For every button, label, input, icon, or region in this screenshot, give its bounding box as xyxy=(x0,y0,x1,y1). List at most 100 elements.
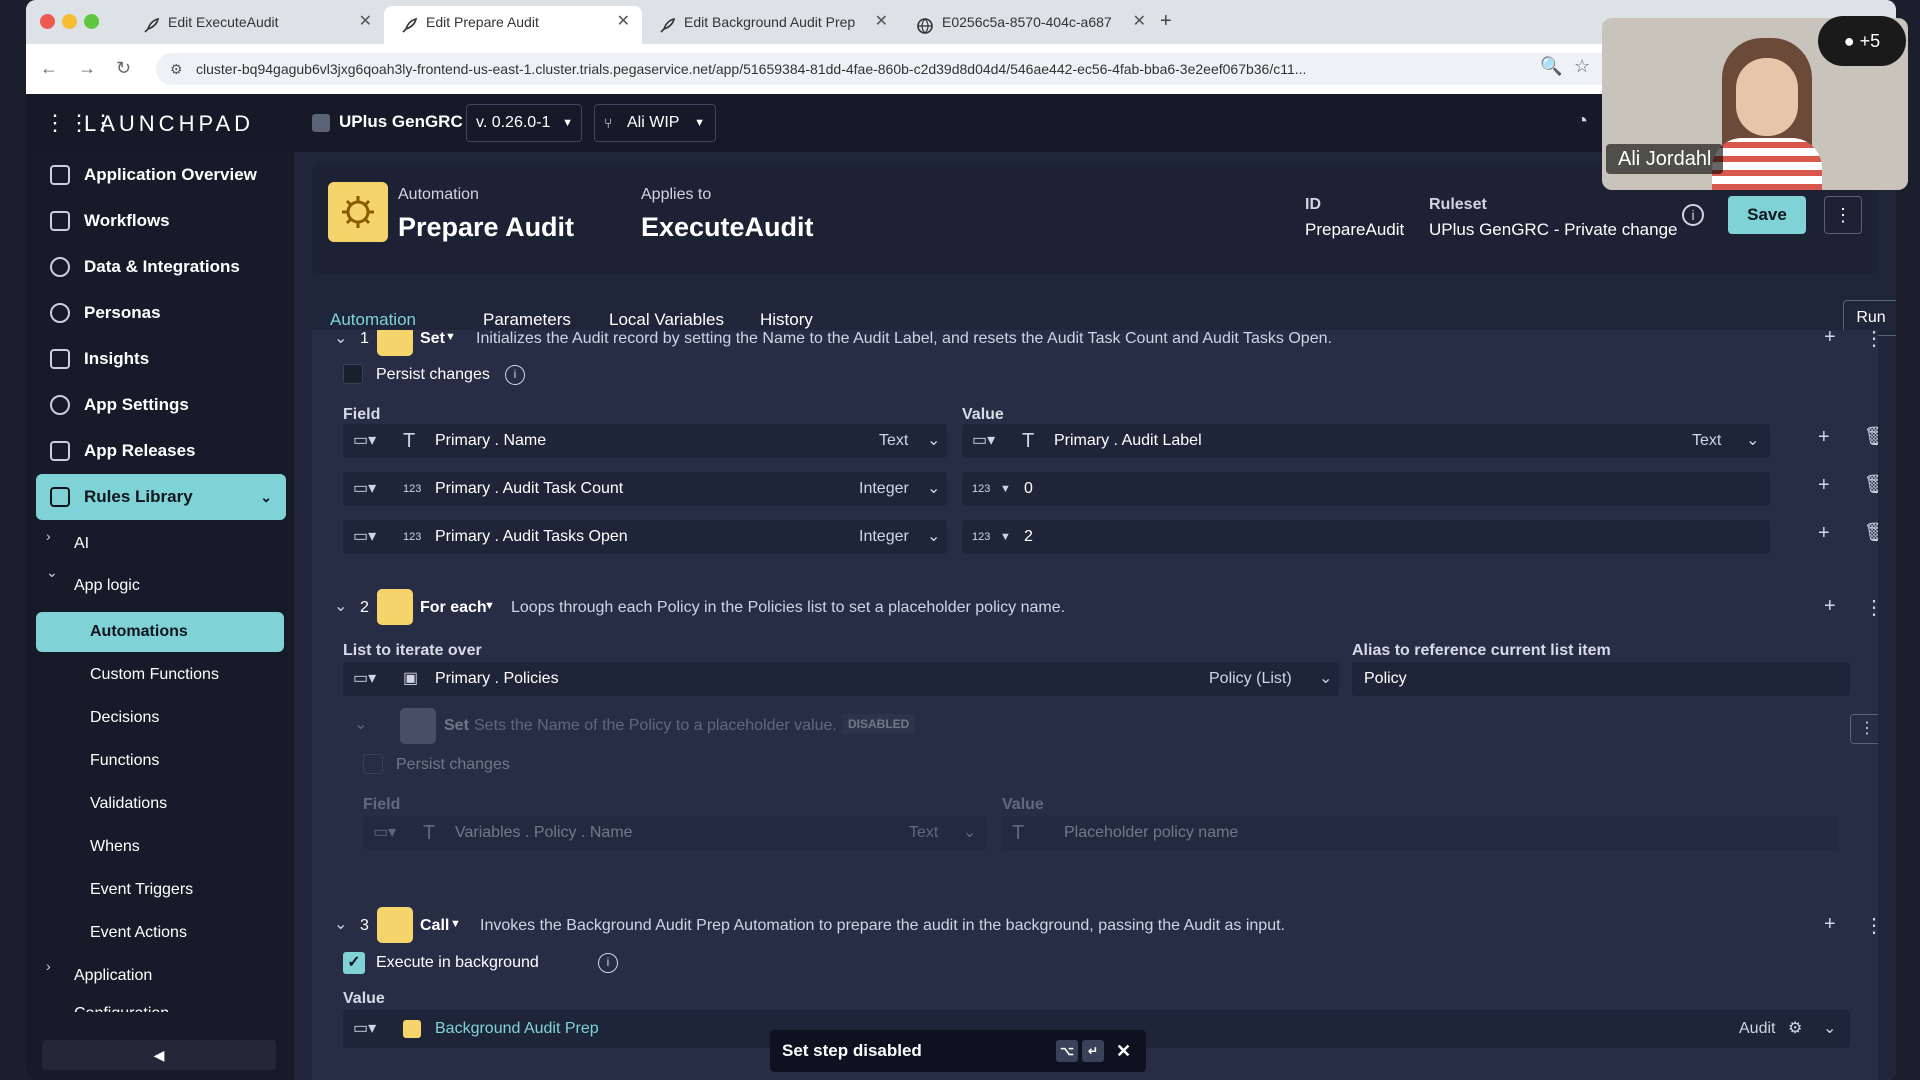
close-window-dot[interactable] xyxy=(40,14,55,29)
tab-local-variables[interactable]: Local Variables xyxy=(609,310,724,330)
tree-item-whens[interactable]: Whens xyxy=(90,827,140,867)
participants-count-badge[interactable]: ● +5 xyxy=(1818,16,1906,66)
bookmark-star-icon[interactable]: ☆ xyxy=(1574,56,1590,77)
chevron-right-icon[interactable]: › xyxy=(46,958,51,974)
branch-dropdown[interactable]: ⑂ Ali WIP ▼ xyxy=(594,104,716,142)
sidebar-item-app-releases[interactable]: App Releases xyxy=(36,428,286,474)
maximize-window-dot[interactable] xyxy=(84,14,99,29)
sidebar-item-app-settings[interactable]: App Settings xyxy=(36,382,286,428)
field-source-icon[interactable]: ▭▾ xyxy=(353,1010,376,1048)
caret-down-icon[interactable]: ▼ xyxy=(1000,472,1011,506)
caret-down-icon[interactable]: ▼ xyxy=(450,918,461,930)
field-source-icon[interactable]: ▭▾ xyxy=(373,816,396,850)
trash-icon[interactable]: 🗑 xyxy=(1864,426,1878,447)
step-action-dropdown[interactable]: For each xyxy=(420,599,487,617)
step-description[interactable]: Invokes the Background Audit Prep Automa… xyxy=(480,917,1285,935)
tree-item-ai[interactable]: AI xyxy=(74,524,89,564)
persist-changes-checkbox[interactable] xyxy=(363,754,383,774)
kebab-icon[interactable]: ⋮ xyxy=(1850,714,1878,744)
kebab-icon[interactable]: ⋮ xyxy=(1864,913,1878,938)
browser-tab-1[interactable]: Edit ExecuteAudit ✕ xyxy=(126,6,384,44)
caret-down-icon[interactable]: ▼ xyxy=(1000,520,1011,554)
trash-icon[interactable]: 🗑 xyxy=(1864,474,1878,495)
tab-parameters[interactable]: Parameters xyxy=(483,310,571,330)
step-action-dropdown[interactable]: Set xyxy=(420,330,445,348)
add-row-icon[interactable]: + xyxy=(1818,522,1830,545)
sidebar-item-insights[interactable]: Insights xyxy=(36,336,286,382)
chevron-down-icon[interactable]: ⌄ xyxy=(1319,662,1332,696)
sidebar-item-data-integrations[interactable]: Data & Integrations xyxy=(36,244,286,290)
chevron-right-icon[interactable]: › xyxy=(46,528,51,544)
chevron-down-icon[interactable]: ⌄ xyxy=(1823,1010,1836,1048)
value-source-icon[interactable]: ▭▾ xyxy=(972,424,995,458)
reload-icon[interactable]: ↻ xyxy=(116,58,131,79)
add-row-icon[interactable]: + xyxy=(1818,426,1830,449)
chevron-down-icon[interactable]: ⌄ xyxy=(963,816,976,850)
sidebar-item-workflows[interactable]: Workflows xyxy=(36,198,286,244)
alias-input[interactable]: Policy xyxy=(1352,662,1850,696)
sidebar-item-application-overview[interactable]: Application Overview xyxy=(36,152,286,198)
close-icon[interactable]: ✕ xyxy=(875,6,888,38)
close-icon[interactable]: ✕ xyxy=(359,6,372,38)
chevron-down-icon[interactable]: ⌄ xyxy=(46,564,58,581)
chevron-down-icon[interactable]: ⌄ xyxy=(354,714,367,734)
sidebar-item-rules-library[interactable]: Rules Library ⌄ xyxy=(36,474,286,520)
list-selector[interactable]: ▭▾ ▣ Primary . Policies Policy (List) ⌄ xyxy=(343,662,1339,696)
zoom-icon[interactable]: 🔍 xyxy=(1540,56,1562,77)
field-selector[interactable]: ▭▾ T Primary . Name Text ⌄ xyxy=(343,424,947,458)
field-source-icon[interactable]: ▭▾ xyxy=(353,520,376,554)
collapse-sidebar-button[interactable]: ◀ xyxy=(42,1040,276,1070)
browser-tab-2[interactable]: Edit Prepare Audit ✕ xyxy=(384,6,642,44)
tree-item-configuration[interactable]: Configuration xyxy=(74,994,169,1012)
field-selector[interactable]: ▭▾ 123 Primary . Audit Task Count Intege… xyxy=(343,472,947,506)
tree-item-functions[interactable]: Functions xyxy=(90,741,159,781)
value-input[interactable]: 123 ▼ 2 xyxy=(962,520,1770,554)
tree-item-decisions[interactable]: Decisions xyxy=(90,698,159,738)
value-input[interactable]: 123 ▼ 0 xyxy=(962,472,1770,506)
forward-icon[interactable]: → xyxy=(78,58,96,79)
chevron-down-icon[interactable]: ⌄ xyxy=(334,596,347,616)
browser-tab-3[interactable]: Edit Background Audit Prep ✕ xyxy=(642,6,900,44)
tree-item-application[interactable]: Application xyxy=(74,956,152,996)
add-step-icon[interactable]: + xyxy=(1824,595,1836,618)
tree-item-event-actions[interactable]: Event Actions xyxy=(90,913,187,953)
automation-link[interactable]: Background Audit Prep xyxy=(435,1010,599,1048)
info-icon[interactable]: i xyxy=(598,953,618,973)
browser-tab-4[interactable]: E0256c5a-8570-404c-a687 ✕ xyxy=(900,6,1158,44)
tab-history[interactable]: History xyxy=(760,310,813,330)
value-input[interactable]: T Placeholder policy name xyxy=(1002,816,1838,850)
sidebar-item-personas[interactable]: Personas xyxy=(36,290,286,336)
step-action-dropdown[interactable]: Call xyxy=(420,917,449,935)
info-icon[interactable]: i xyxy=(1682,204,1704,226)
minimize-window-dot[interactable] xyxy=(62,14,77,29)
step-description[interactable]: Loops through each Policy in the Policie… xyxy=(511,599,1065,617)
tree-item-custom-functions[interactable]: Custom Functions xyxy=(90,655,219,695)
add-step-icon[interactable]: + xyxy=(1824,330,1836,349)
new-tab-icon[interactable]: + xyxy=(1160,10,1172,33)
trash-icon[interactable]: 🗑 xyxy=(1864,522,1878,543)
field-source-icon[interactable]: ▭▾ xyxy=(353,472,376,506)
field-selector[interactable]: ▭▾ 123 Primary . Audit Tasks Open Intege… xyxy=(343,520,947,554)
add-row-icon[interactable]: + xyxy=(1818,474,1830,497)
more-menu-button[interactable]: ⋮ xyxy=(1824,196,1862,234)
step-description[interactable]: Initializes the Audit record by setting … xyxy=(476,330,1332,348)
info-icon[interactable]: i xyxy=(505,365,525,385)
chevron-down-icon[interactable]: ⌄ xyxy=(927,520,940,554)
tree-item-app-logic[interactable]: App logic xyxy=(74,566,140,606)
history-icon[interactable]: ◔ xyxy=(1576,110,1588,133)
gear-icon[interactable]: ⚙ xyxy=(1788,1010,1802,1048)
chevron-down-icon[interactable]: ⌄ xyxy=(927,424,940,458)
caret-down-icon[interactable]: ▼ xyxy=(445,331,456,343)
back-icon[interactable]: ← xyxy=(40,58,58,79)
value-selector[interactable]: ▭▾ T Primary . Audit Label Text ⌄ xyxy=(962,424,1770,458)
field-selector[interactable]: ▭▾ T Variables . Policy . Name Text ⌄ xyxy=(363,816,987,850)
site-settings-icon[interactable]: ⚙ xyxy=(170,53,183,85)
chevron-down-icon[interactable]: ⌄ xyxy=(334,330,347,348)
tree-item-automations[interactable]: Automations xyxy=(36,612,284,652)
tree-item-event-triggers[interactable]: Event Triggers xyxy=(90,870,193,910)
persist-changes-checkbox[interactable] xyxy=(343,364,363,384)
kebab-icon[interactable]: ⋮ xyxy=(1864,330,1878,351)
chevron-down-icon[interactable]: ⌄ xyxy=(334,914,347,934)
execute-background-checkbox[interactable]: ✓ xyxy=(343,952,365,974)
close-icon[interactable]: ✕ xyxy=(1133,6,1146,38)
